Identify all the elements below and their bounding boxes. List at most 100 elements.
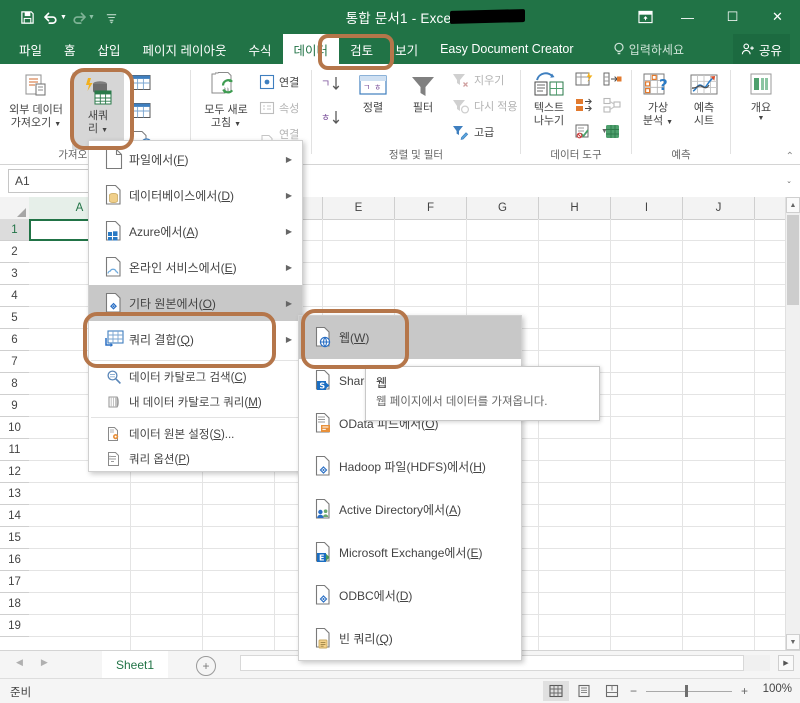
tab-easy-document-creator[interactable]: Easy Document Creator bbox=[429, 34, 584, 64]
zoom-slider-thumb[interactable] bbox=[685, 685, 688, 697]
forecast-sheet-button[interactable]: 예측 시트 bbox=[682, 72, 726, 127]
row-header-18[interactable]: 18 bbox=[0, 593, 29, 615]
new-query-button[interactable]: 새쿼 리 ▼ bbox=[72, 72, 124, 150]
column-header-G[interactable]: G bbox=[467, 197, 539, 219]
submenu-item-from-active-directory[interactable]: Active Directory에서(A) bbox=[299, 488, 521, 531]
submenu-item-from-odbc[interactable]: ODBC에서(D) bbox=[299, 574, 521, 617]
submenu-item-from-hadoop-file[interactable]: Hadoop 파일(HDFS)에서(H) bbox=[299, 445, 521, 488]
text-to-columns-button[interactable]: 텍스트 나누기 bbox=[525, 72, 573, 127]
menu-item-from-database[interactable]: 데이터베이스에서(D) ▶ bbox=[89, 177, 302, 213]
get-external-data-button[interactable]: 외부 데이터 가져오기 ▼ bbox=[5, 72, 67, 129]
vertical-scroll-thumb[interactable] bbox=[787, 215, 799, 305]
minimize-button[interactable]: — bbox=[665, 0, 710, 34]
sort-button[interactable]: ㄱㅎ 정렬 bbox=[350, 74, 396, 115]
menu-item-from-other-sources[interactable]: 기타 원본에서(O) ▶ bbox=[89, 285, 302, 321]
tab-page-layout[interactable]: 페이지 레이아웃 bbox=[132, 34, 238, 64]
tab-data[interactable]: 데이터 bbox=[282, 34, 340, 64]
column-header-H[interactable]: H bbox=[539, 197, 611, 219]
tab-formulas[interactable]: 수식 bbox=[238, 34, 283, 64]
remove-duplicates-button[interactable] bbox=[575, 97, 594, 114]
normal-view-button[interactable] bbox=[543, 681, 569, 701]
tell-me-search[interactable]: 입력하세요 bbox=[613, 34, 684, 64]
zoom-out-button[interactable]: − bbox=[630, 683, 637, 699]
relationships-button[interactable] bbox=[603, 97, 622, 114]
column-header-J[interactable]: J bbox=[683, 197, 755, 219]
flash-fill-button[interactable] bbox=[575, 71, 594, 88]
vertical-scrollbar[interactable]: ▲ ▼ bbox=[785, 197, 800, 650]
row-header-16[interactable]: 16 bbox=[0, 549, 29, 571]
page-layout-view-button[interactable] bbox=[571, 681, 597, 701]
sheet-tab-sheet1[interactable]: Sheet1 bbox=[102, 651, 169, 680]
scroll-up-icon[interactable]: ▲ bbox=[786, 197, 800, 213]
row-header-8[interactable]: 8 bbox=[0, 373, 29, 395]
name-box[interactable]: A1 bbox=[8, 169, 100, 193]
tab-file[interactable]: 파일 bbox=[8, 34, 53, 64]
ribbon-display-options-icon[interactable] bbox=[625, 0, 665, 34]
scroll-right-icon[interactable]: ▶ bbox=[778, 655, 794, 671]
column-header-F[interactable]: F bbox=[395, 197, 467, 219]
sheet-nav-arrows[interactable]: ◀ ▶ bbox=[16, 657, 48, 668]
row-header-10[interactable]: 10 bbox=[0, 417, 29, 439]
row-header-6[interactable]: 6 bbox=[0, 329, 29, 351]
maximize-button[interactable]: ☐ bbox=[710, 0, 755, 34]
row-header-15[interactable]: 15 bbox=[0, 527, 29, 549]
row-header-1[interactable]: 1 bbox=[0, 219, 29, 241]
menu-item-query-options[interactable]: 쿼리 옵션(P) bbox=[89, 446, 302, 471]
sheet-prev-icon[interactable]: ◀ bbox=[16, 657, 23, 668]
menu-item-my-data-catalog-queries[interactable]: 내 데이터 카탈로그 쿼리(M) bbox=[89, 389, 302, 414]
menu-item-data-source-settings[interactable]: 데이터 원본 설정(S)... bbox=[89, 421, 302, 446]
tab-insert[interactable]: 삽입 bbox=[87, 34, 132, 64]
menu-item-data-catalog-search[interactable]: 데이터 카탈로그 검색(C) bbox=[89, 364, 302, 389]
row-header-9[interactable]: 9 bbox=[0, 395, 29, 417]
add-sheet-button[interactable]: + bbox=[196, 656, 216, 676]
row-header-5[interactable]: 5 bbox=[0, 307, 29, 329]
column-header-E[interactable]: E bbox=[323, 197, 395, 219]
outline-button[interactable]: 개요 ▼ bbox=[737, 72, 785, 123]
close-button[interactable]: ✕ bbox=[755, 0, 800, 34]
outline-caret-icon[interactable]: ▼ bbox=[758, 115, 765, 123]
row-header-2[interactable]: 2 bbox=[0, 241, 29, 263]
refresh-all-button[interactable]: 모두 새로 고침 ▼ bbox=[195, 72, 257, 129]
sheet-next-icon[interactable]: ▶ bbox=[41, 657, 48, 668]
filter-button[interactable]: 필터 bbox=[400, 74, 446, 115]
menu-item-from-file[interactable]: 파일에서(F) ▶ bbox=[89, 141, 302, 177]
what-if-analysis-button[interactable]: ? 가상 분석 ▼ bbox=[634, 72, 682, 127]
column-header-I[interactable]: I bbox=[611, 197, 683, 219]
new-query-dropdown-menu[interactable]: 파일에서(F) ▶ 데이터베이스에서(D) ▶ Azure에서(A) ▶ 온라인… bbox=[88, 140, 303, 472]
tab-view[interactable]: 보기 bbox=[384, 34, 429, 64]
manage-data-model-button[interactable] bbox=[603, 123, 622, 140]
row-header-3[interactable]: 3 bbox=[0, 263, 29, 285]
show-queries-button[interactable] bbox=[130, 74, 152, 92]
from-table-button[interactable] bbox=[130, 102, 152, 120]
sort-descending-button[interactable]: ㅎ bbox=[320, 108, 344, 128]
page-break-preview-button[interactable] bbox=[599, 681, 625, 701]
submenu-item-blank-query[interactable]: 빈 쿼리(Q) bbox=[299, 617, 521, 660]
row-header-13[interactable]: 13 bbox=[0, 483, 29, 505]
row-header-7[interactable]: 7 bbox=[0, 351, 29, 373]
consolidate-button[interactable] bbox=[603, 71, 622, 88]
sort-ascending-button[interactable]: ㄱ bbox=[320, 74, 344, 94]
row-header-19[interactable]: 19 bbox=[0, 615, 29, 637]
tab-review[interactable]: 검토 bbox=[339, 34, 384, 64]
share-button[interactable]: 공유 bbox=[732, 34, 790, 64]
scroll-down-icon[interactable]: ▼ bbox=[786, 634, 800, 650]
menu-item-combine-queries[interactable]: 쿼리 결합(Q) ▶ bbox=[89, 321, 302, 357]
zoom-track[interactable] bbox=[646, 691, 732, 692]
tab-home[interactable]: 홈 bbox=[53, 34, 87, 64]
row-header-14[interactable]: 14 bbox=[0, 505, 29, 527]
menu-item-from-online-services[interactable]: 온라인 서비스에서(E) ▶ bbox=[89, 249, 302, 285]
submenu-item-from-microsoft-exchange[interactable]: E Microsoft Exchange에서(E) bbox=[299, 531, 521, 574]
row-header-11[interactable]: 11 bbox=[0, 439, 29, 461]
advanced-filter-button[interactable]: 고급 bbox=[452, 124, 494, 140]
row-header-17[interactable]: 17 bbox=[0, 571, 29, 593]
connections-button[interactable]: 연결 bbox=[259, 74, 299, 90]
menu-item-from-azure[interactable]: Azure에서(A) ▶ bbox=[89, 213, 302, 249]
row-header-12[interactable]: 12 bbox=[0, 461, 29, 483]
zoom-in-button[interactable]: + bbox=[741, 683, 748, 699]
expand-formula-bar-icon[interactable]: ⌄ bbox=[786, 177, 792, 185]
select-all-corner[interactable] bbox=[0, 197, 30, 219]
row-header-4[interactable]: 4 bbox=[0, 285, 29, 307]
collapse-ribbon-button[interactable]: ⌃ bbox=[786, 151, 794, 162]
zoom-level-label[interactable]: 100% bbox=[763, 683, 792, 695]
submenu-item-from-web[interactable]: 웹(W) bbox=[299, 316, 521, 359]
